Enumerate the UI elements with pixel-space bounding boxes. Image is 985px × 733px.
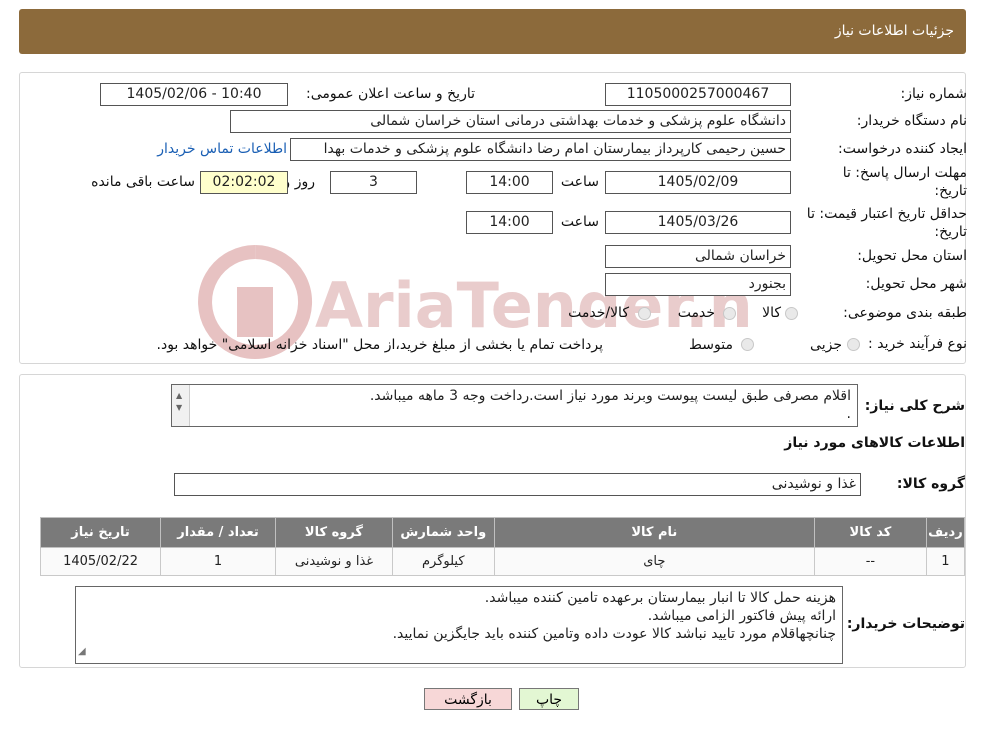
col-name: نام کالا bbox=[493, 517, 815, 548]
process-option-medium: متوسط bbox=[689, 337, 733, 353]
cell-date: 1405/02/22 bbox=[39, 547, 162, 576]
back-button[interactable]: بازگشت bbox=[424, 688, 512, 710]
remaining-label: ساعت باقی مانده bbox=[91, 174, 195, 190]
creator-label: ایجاد کننده درخواست: bbox=[838, 141, 967, 157]
cell-unit: کیلوگرم bbox=[391, 547, 495, 576]
validity-time-label: ساعت bbox=[560, 214, 599, 230]
goods-group-field: غذا و نوشیدنی bbox=[174, 473, 861, 496]
deadline-date-field: 1405/02/09 bbox=[605, 171, 791, 194]
category-option-goods: کالا bbox=[762, 305, 781, 321]
province-label: استان محل تحویل: bbox=[857, 248, 967, 264]
summary-textarea[interactable]: اقلام مصرفی طبق لیست پیوست وبرند مورد نی… bbox=[171, 384, 858, 427]
city-field: بجنورد bbox=[605, 273, 791, 296]
buyer-field: دانشگاه علوم پزشکی و خدمات بهداشتی درمان… bbox=[230, 110, 791, 133]
cell-qty: 1 bbox=[160, 547, 276, 576]
announce-label: تاریخ و ساعت اعلان عمومی: bbox=[306, 86, 475, 102]
process-radio-minor[interactable] bbox=[847, 338, 860, 351]
days-field: 3 bbox=[330, 171, 417, 194]
col-group: گروه کالا bbox=[274, 517, 393, 548]
process-label: نوع فرآیند خرید : bbox=[868, 336, 967, 352]
category-label: طبقه بندی موضوعی: bbox=[843, 305, 967, 321]
creator-field: حسین رحیمی کارپرداز بیمارستان امام رضا د… bbox=[290, 138, 791, 161]
cell-code: -- bbox=[813, 547, 927, 576]
deadline-label: مهلت ارسال پاسخ: تا bbox=[842, 165, 967, 181]
buyer-notes-textarea[interactable]: هزینه حمل کالا تا انبار بیمارستان برعهده… bbox=[75, 586, 843, 664]
need-number-label: شماره نیاز: bbox=[900, 86, 968, 102]
city-label: شهر محل تحویل: bbox=[865, 276, 967, 292]
buyer-notes-line3: چنانچهاقلام مورد تایید نباشد کالا عودت د… bbox=[392, 626, 836, 642]
summary-scrollbar[interactable]: ▲ ▼ bbox=[172, 385, 190, 426]
remaining-time-field: 02:02:02 bbox=[200, 171, 288, 194]
cell-row: 1 bbox=[925, 547, 966, 576]
validity-time-field: 14:00 bbox=[466, 211, 553, 234]
page-title: جزئیات اطلاعات نیاز bbox=[834, 23, 954, 39]
category-option-goods-service: کالا/خدمت bbox=[568, 305, 629, 321]
table-row: 1 -- چای کیلوگرم غذا و نوشیدنی 1 1405/02… bbox=[39, 547, 966, 576]
buyer-label: نام دستگاه خریدار: bbox=[856, 113, 967, 129]
deadline-time-field: 14:00 bbox=[466, 171, 553, 194]
goods-section-title: اطلاعات کالاهای مورد نیاز bbox=[784, 435, 965, 451]
validity-label-2: تاریخ: bbox=[934, 224, 967, 240]
buyer-notes-line2: ارائه پیش فاکتور الزامی میباشد. bbox=[647, 608, 836, 624]
need-number-field: 1105000257000467 bbox=[605, 83, 791, 106]
cell-group: غذا و نوشیدنی bbox=[274, 547, 393, 576]
process-option-minor: جزیی bbox=[810, 337, 842, 353]
goods-table: ردیف کد کالا نام کالا واحد شمارش گروه کا… bbox=[39, 517, 966, 576]
validity-date-field: 1405/03/26 bbox=[605, 211, 791, 234]
process-note: پرداخت تمام یا بخشی از مبلغ خرید،از محل … bbox=[156, 337, 603, 353]
deadline-time-label: ساعت bbox=[560, 174, 599, 190]
col-qty: تعداد / مقدار bbox=[160, 517, 276, 548]
col-row: ردیف bbox=[925, 517, 966, 548]
col-unit: واحد شمارش bbox=[391, 517, 495, 548]
deadline-label-2: تاریخ: bbox=[934, 183, 967, 199]
summary-label: شرح کلی نیاز: bbox=[864, 398, 965, 414]
process-radio-medium[interactable] bbox=[741, 338, 754, 351]
announce-field: 1405/02/06 - 10:40 bbox=[100, 83, 288, 106]
buyer-notes-label: توضیحات خریدار: bbox=[846, 616, 965, 632]
goods-table-header: ردیف کد کالا نام کالا واحد شمارش گروه کا… bbox=[39, 517, 966, 548]
summary-text-line1: اقلام مصرفی طبق لیست پیوست وبرند مورد نی… bbox=[369, 388, 851, 404]
category-radio-service[interactable] bbox=[723, 307, 736, 320]
cell-name: چای bbox=[493, 547, 815, 576]
summary-text-line2: . bbox=[846, 406, 851, 422]
resize-grip-icon[interactable]: ◢ bbox=[78, 643, 86, 661]
print-button[interactable]: چاپ bbox=[519, 688, 579, 710]
buyer-contact-link[interactable]: اطلاعات تماس خریدار bbox=[157, 141, 287, 157]
validity-label: حداقل تاریخ اعتبار قیمت: تا bbox=[806, 206, 967, 222]
province-field: خراسان شمالی bbox=[605, 245, 791, 268]
category-radio-goods-service[interactable] bbox=[638, 307, 651, 320]
category-radio-goods[interactable] bbox=[785, 307, 798, 320]
col-date: تاریخ نیاز bbox=[39, 517, 162, 548]
category-option-service: خدمت bbox=[677, 305, 715, 321]
goods-group-label: گروه کالا: bbox=[896, 476, 965, 492]
days-label: روز و bbox=[283, 174, 316, 190]
buyer-notes-line1: هزینه حمل کالا تا انبار بیمارستان برعهده… bbox=[484, 590, 836, 606]
col-code: کد کالا bbox=[813, 517, 927, 548]
page-header: جزئیات اطلاعات نیاز bbox=[19, 9, 966, 54]
